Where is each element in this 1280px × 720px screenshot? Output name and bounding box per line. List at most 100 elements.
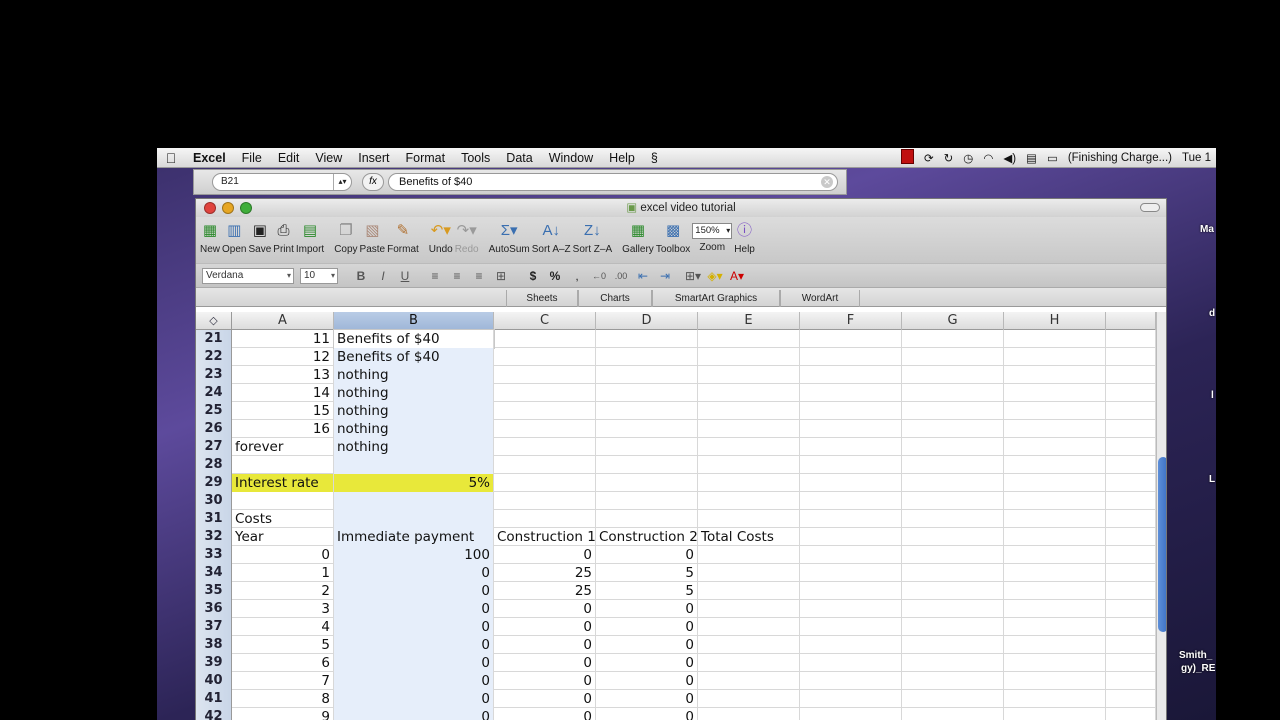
cell-e[interactable] (698, 492, 800, 510)
cell-b[interactable]: Benefits of $40 (334, 348, 494, 366)
cell-d[interactable] (596, 420, 698, 438)
cell-a[interactable]: forever (232, 438, 334, 456)
cell-g[interactable] (902, 600, 1004, 618)
toolbox-button[interactable]: ▩ Toolbox (656, 217, 690, 255)
cell-b[interactable]: nothing (334, 420, 494, 438)
cell-i[interactable] (1106, 564, 1156, 582)
cell-h[interactable] (1004, 528, 1106, 546)
cell-b[interactable]: 0 (334, 708, 494, 720)
cell-i[interactable] (1106, 420, 1156, 438)
cell-a[interactable] (232, 492, 334, 510)
tab-sheets[interactable]: Sheets (506, 290, 578, 307)
volume-icon[interactable]: ◀) (998, 151, 1021, 165)
cell-h[interactable] (1004, 618, 1106, 636)
autosum-button[interactable]: Σ▾ AutoSum (489, 217, 530, 255)
column-header-c[interactable]: C (494, 312, 596, 330)
cell-d[interactable]: 0 (596, 708, 698, 720)
desktop-icon-label[interactable]: gy)_RE (1181, 663, 1215, 674)
cell-c[interactable] (494, 330, 596, 348)
font-size-select[interactable]: 10 (300, 267, 338, 284)
cell-f[interactable] (800, 456, 902, 474)
row-header[interactable]: 39 (196, 654, 232, 672)
row-header[interactable]: 30 (196, 492, 232, 510)
row-header[interactable]: 34 (196, 564, 232, 582)
column-header-a[interactable]: A (232, 312, 334, 330)
cell-d[interactable] (596, 456, 698, 474)
row-header[interactable]: 42 (196, 708, 232, 720)
menu-insert[interactable]: Insert (350, 151, 397, 165)
cell-a[interactable]: 4 (232, 618, 334, 636)
fill-color-icon[interactable]: ◈▾ (704, 269, 726, 283)
cell-e[interactable] (698, 654, 800, 672)
zoom-button[interactable] (240, 202, 252, 214)
cell-c[interactable]: 0 (494, 672, 596, 690)
cell-a[interactable]: 5 (232, 636, 334, 654)
cell-g[interactable] (902, 420, 1004, 438)
undo-button[interactable]: ↶▾ Undo (429, 217, 453, 255)
align-left-icon[interactable]: ≡ (424, 269, 446, 283)
cell-g[interactable] (902, 654, 1004, 672)
cell-g[interactable] (902, 528, 1004, 546)
cell-b[interactable]: nothing (334, 384, 494, 402)
menu-edit[interactable]: Edit (270, 151, 308, 165)
cell-d[interactable] (596, 438, 698, 456)
cell-e[interactable]: Total Costs (698, 528, 800, 546)
cell-f[interactable] (800, 510, 902, 528)
cell-c[interactable] (494, 348, 596, 366)
cell-i[interactable] (1106, 474, 1156, 492)
cell-f[interactable] (800, 528, 902, 546)
row-header[interactable]: 35 (196, 582, 232, 600)
cell-c[interactable] (494, 402, 596, 420)
cell-i[interactable] (1106, 528, 1156, 546)
cell-c[interactable]: 25 (494, 582, 596, 600)
cell-h[interactable] (1004, 708, 1106, 720)
cell-h[interactable] (1004, 420, 1106, 438)
cell-a[interactable]: 8 (232, 690, 334, 708)
cell-e[interactable] (698, 690, 800, 708)
merge-icon[interactable]: ⊞ (490, 269, 512, 283)
row-header[interactable]: 22 (196, 348, 232, 366)
cell-d[interactable]: 0 (596, 600, 698, 618)
cell-b[interactable]: 100 (334, 546, 494, 564)
underline-icon[interactable]: U (394, 269, 416, 283)
cell-e[interactable] (698, 618, 800, 636)
column-header-d[interactable]: D (596, 312, 698, 330)
menu-tools[interactable]: Tools (453, 151, 498, 165)
cell-a[interactable]: Year (232, 528, 334, 546)
cell-g[interactable] (902, 474, 1004, 492)
cell-b[interactable] (334, 492, 494, 510)
zoom-control[interactable]: 150%Zoom (692, 217, 733, 253)
cell-i[interactable] (1106, 492, 1156, 510)
cell-i[interactable] (1106, 456, 1156, 474)
cell-c[interactable] (494, 474, 596, 492)
cell-c[interactable]: 0 (494, 708, 596, 720)
cell-f[interactable] (800, 402, 902, 420)
cell-g[interactable] (902, 546, 1004, 564)
cell-b[interactable] (334, 510, 494, 528)
cell-h[interactable] (1004, 654, 1106, 672)
cell-g[interactable] (902, 636, 1004, 654)
cell-a[interactable]: 11 (232, 330, 334, 348)
cell-d[interactable]: 0 (596, 654, 698, 672)
cell-c[interactable] (494, 420, 596, 438)
cell-d[interactable] (596, 474, 698, 492)
cell-f[interactable] (800, 348, 902, 366)
column-header-h[interactable]: H (1004, 312, 1106, 330)
row-header[interactable]: 21 (196, 330, 232, 348)
cell-e[interactable] (698, 402, 800, 420)
cell-d[interactable] (596, 366, 698, 384)
font-color-icon[interactable]: A▾ (726, 269, 748, 283)
sort-za-button[interactable]: Z↓ Sort Z–A (573, 217, 612, 255)
cell-a[interactable]: 13 (232, 366, 334, 384)
cell-h[interactable] (1004, 546, 1106, 564)
bold-icon[interactable]: B (350, 269, 372, 283)
formula-input[interactable]: Benefits of $40 ✕ (388, 173, 838, 191)
cell-d[interactable]: 0 (596, 672, 698, 690)
cell-b[interactable]: nothing (334, 366, 494, 384)
cell-c[interactable]: 0 (494, 546, 596, 564)
cell-i[interactable] (1106, 690, 1156, 708)
cell-a[interactable]: Costs (232, 510, 334, 528)
cell-b[interactable]: 0 (334, 564, 494, 582)
row-header[interactable]: 26 (196, 420, 232, 438)
cell-f[interactable] (800, 564, 902, 582)
